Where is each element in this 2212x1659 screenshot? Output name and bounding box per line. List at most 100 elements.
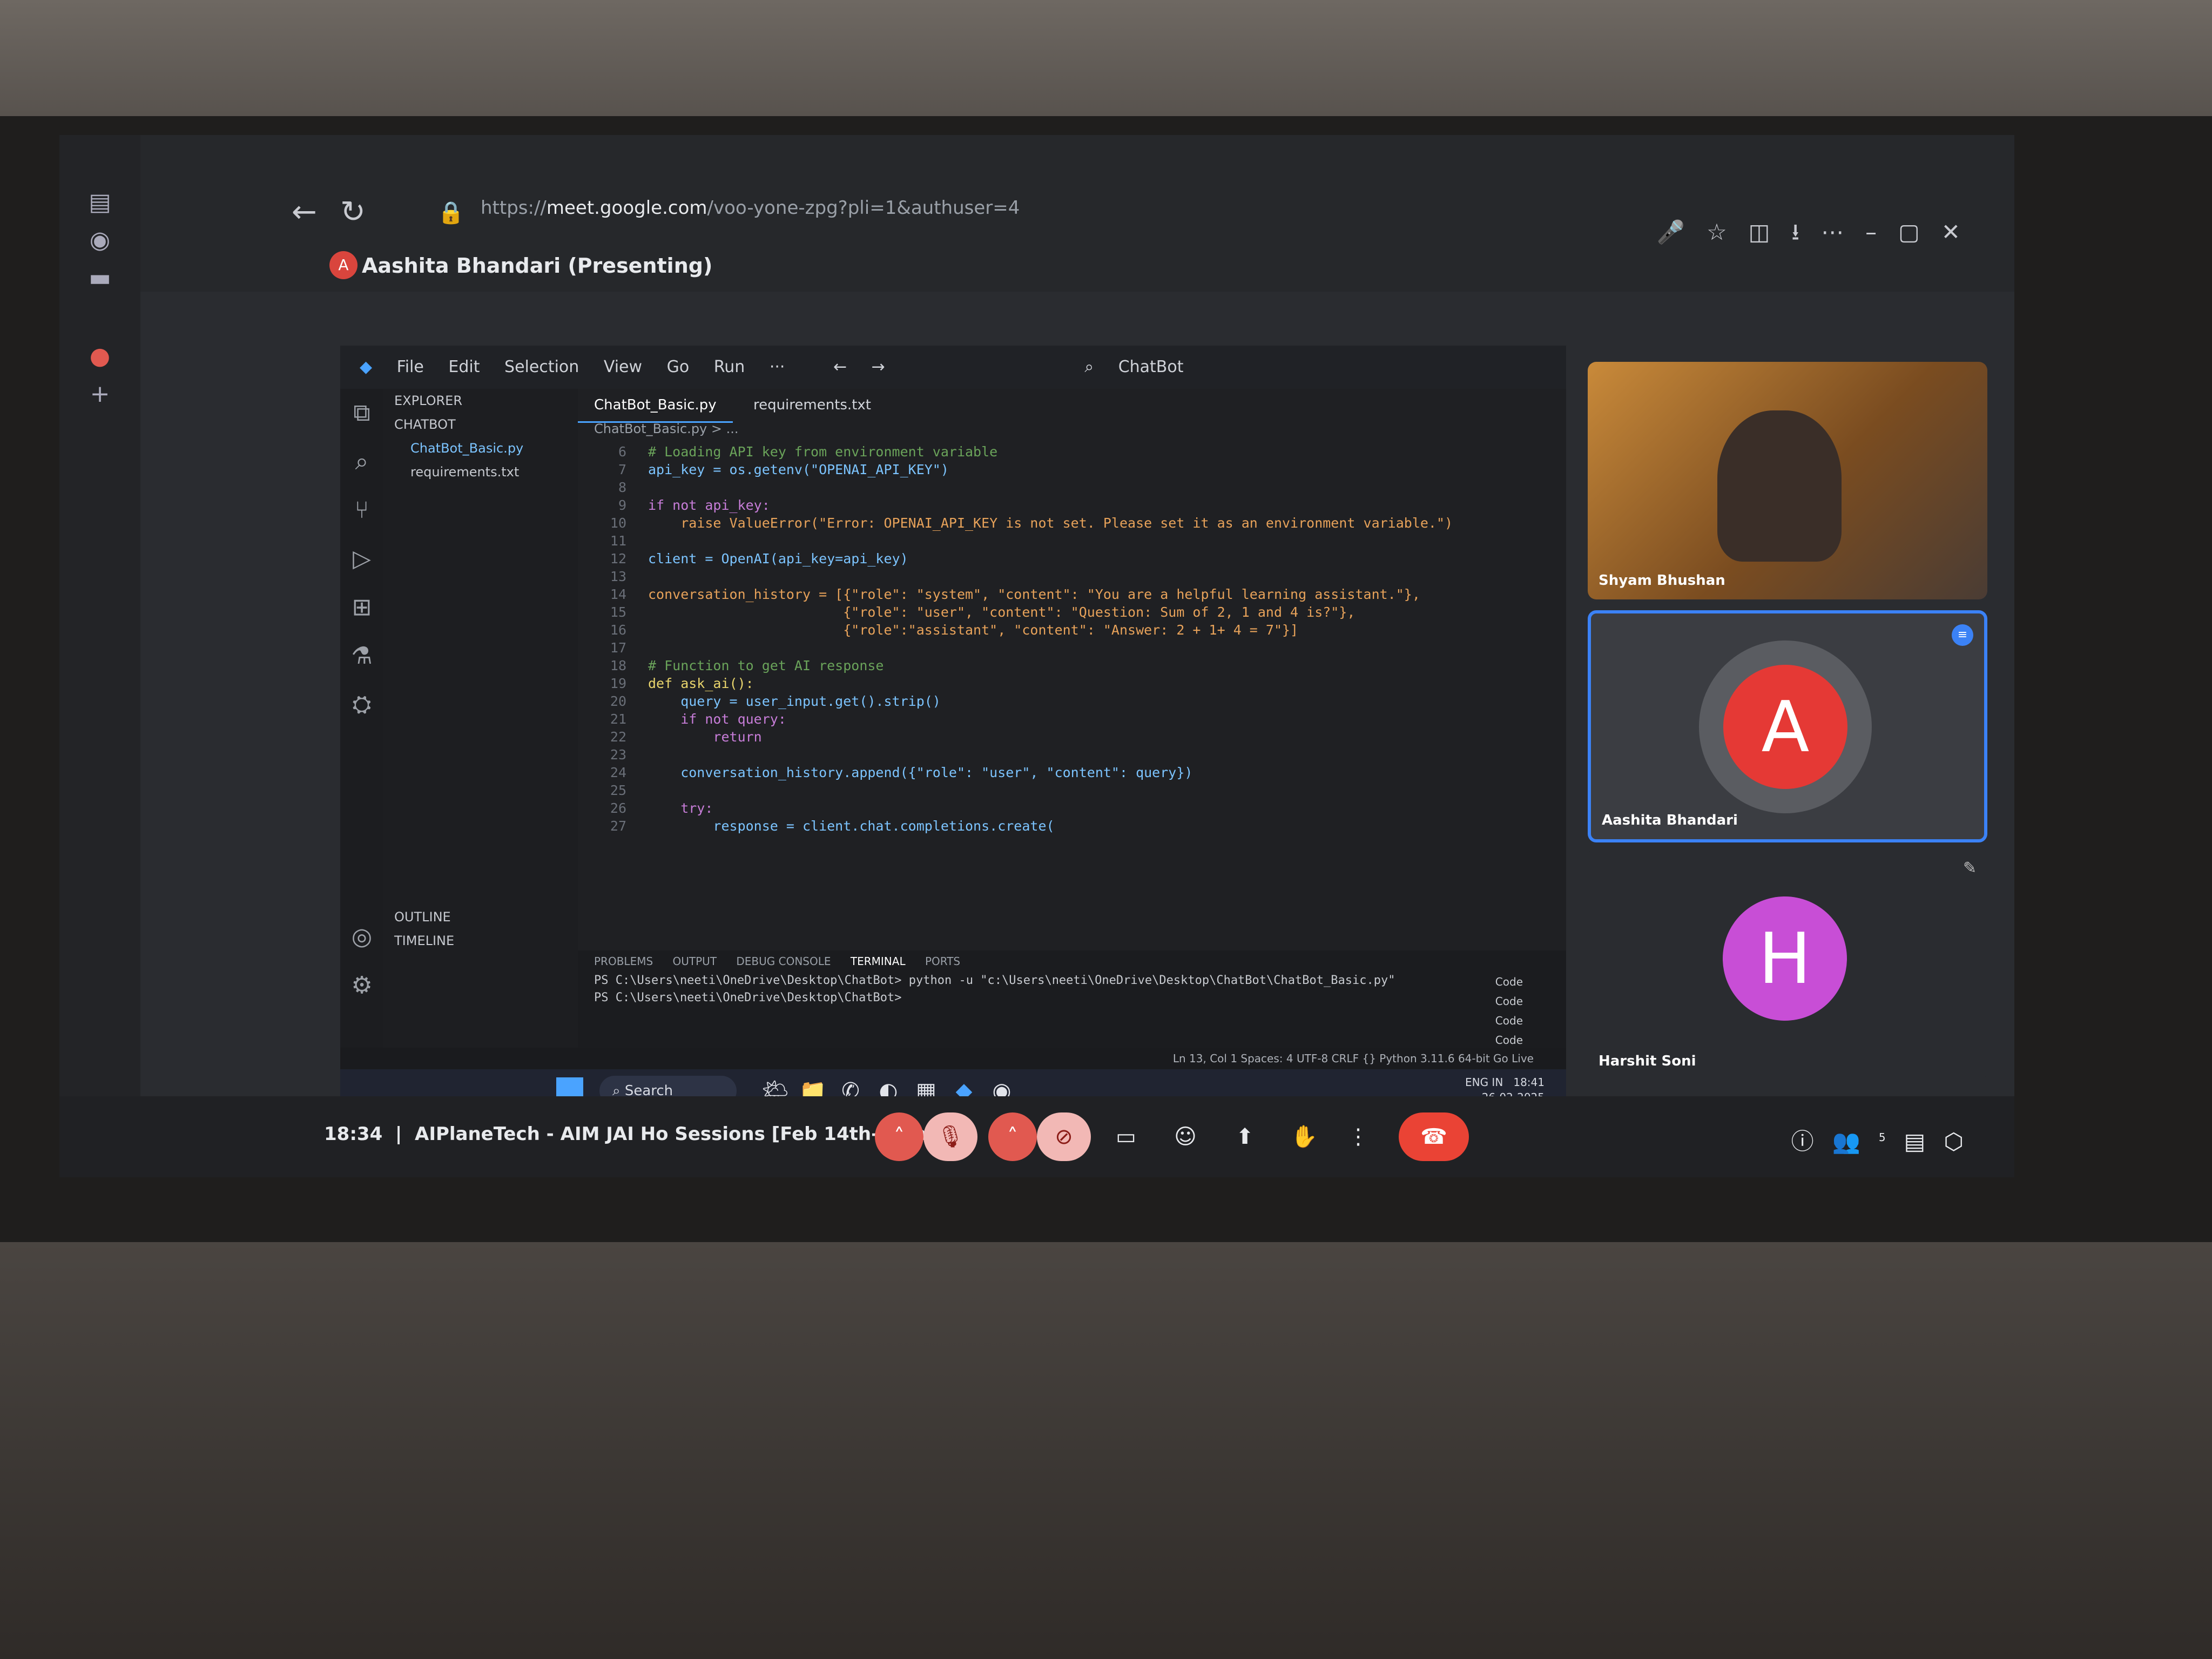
emoji-icon[interactable]: ☺	[1166, 1112, 1204, 1161]
code-editor[interactable]: ChatBot_Basic.py requirements.txt ChatBo…	[578, 389, 1566, 950]
activities-icon[interactable]: ⬡	[1944, 1128, 1982, 1155]
back-icon[interactable]: ←	[292, 194, 317, 230]
split-view-icon[interactable]: ◫	[1749, 219, 1792, 245]
language-indicator[interactable]: ENG IN	[1465, 1076, 1503, 1089]
mic-icon[interactable]: 🎤	[1657, 219, 1707, 245]
account-icon[interactable]: ◎	[340, 913, 383, 961]
code-line: 25	[594, 781, 1566, 799]
record-icon[interactable]: ●	[84, 340, 116, 373]
add-icon[interactable]: +	[84, 378, 116, 410]
search-icon[interactable]: ⌕	[340, 437, 383, 486]
tab-requirements[interactable]: requirements.txt	[737, 389, 887, 421]
code-text: def ask_ai():	[648, 676, 754, 691]
menu-run[interactable]: Run	[714, 346, 745, 389]
line-number: 6	[618, 444, 626, 460]
panel-tab[interactable]: TERMINAL	[851, 955, 906, 968]
extensions-icon[interactable]: ⊞	[340, 583, 383, 632]
menu-edit[interactable]: Edit	[448, 346, 480, 389]
more-options-icon[interactable]: ⋮	[1339, 1112, 1377, 1161]
nav-back-icon[interactable]: ←	[833, 346, 847, 389]
participant-name: Harshit Soni	[1599, 1053, 1696, 1069]
participant-name: Shyam Bhushan	[1599, 572, 1725, 589]
code-text: # Loading API key from environment varia…	[648, 444, 998, 460]
participant-name: Aashita Bhandari	[1602, 812, 1738, 828]
python-icon[interactable]: ⛭	[340, 680, 383, 729]
code-text: {"role": "user", "content": "Question: S…	[648, 604, 1355, 620]
run-debug-icon[interactable]: ▷	[340, 535, 383, 583]
menu-file[interactable]: File	[397, 346, 424, 389]
tabs-icon[interactable]: ▤	[84, 186, 116, 219]
reload-icon[interactable]: ↻	[340, 194, 366, 230]
code-text: conversation_history.append({"role": "us…	[648, 765, 1193, 780]
wall-bottom	[0, 1242, 2212, 1659]
line-number: 21	[610, 711, 626, 727]
chat-icon[interactable]: ▬	[84, 262, 116, 294]
code-text: conversation_history = [{"role": "system…	[648, 586, 1420, 602]
app-icon[interactable]: ◉	[84, 224, 116, 257]
explorer-icon[interactable]: ⧉	[340, 389, 383, 437]
menu-more[interactable]: ···	[770, 346, 785, 389]
participant-tile-video[interactable]: Shyam Bhushan	[1588, 362, 1987, 599]
tab-chatbot-basic[interactable]: ChatBot_Basic.py	[578, 389, 733, 423]
command-center[interactable]: ⌕ ChatBot	[1084, 346, 1183, 389]
code-line: 21 if not query:	[594, 710, 1566, 728]
close-icon[interactable]: ✕	[1941, 219, 1982, 245]
outline-section[interactable]: OUTLINE	[383, 905, 578, 929]
browser-toolbar-icons: 🎤☆◫⭳⋯–▢✕	[1657, 216, 1982, 254]
minimize-icon[interactable]: –	[1865, 219, 1898, 245]
menu-selection[interactable]: Selection	[504, 346, 579, 389]
line-number: 27	[610, 818, 626, 834]
testing-icon[interactable]: ⚗	[340, 632, 383, 680]
bookmark-star-icon[interactable]: ☆	[1707, 219, 1749, 245]
restore-icon[interactable]: ▢	[1898, 219, 1941, 245]
code-line: 23	[594, 746, 1566, 764]
people-icon[interactable]: 👥5	[1832, 1128, 1904, 1155]
participant-tile[interactable]: ✎ H Harshit Soni	[1588, 848, 1987, 1080]
participant-tile-active[interactable]: ≡ A Aashita Bhandari	[1588, 610, 1987, 842]
terminal-instance[interactable]: Code	[1495, 972, 1523, 992]
code-line: 26 try:	[594, 799, 1566, 817]
chat-icon[interactable]: ▤	[1904, 1128, 1944, 1155]
panel-tab[interactable]: DEBUG CONSOLE	[736, 955, 831, 968]
terminal-instance[interactable]: Code	[1495, 1011, 1523, 1030]
raise-hand-icon[interactable]: ✋	[1285, 1112, 1323, 1161]
line-number: 16	[610, 622, 626, 638]
menu-go[interactable]: Go	[667, 346, 690, 389]
panel-tab[interactable]: OUTPUT	[673, 955, 717, 968]
breadcrumb[interactable]: ChatBot_Basic.py > ...	[578, 421, 1566, 443]
download-icon[interactable]: ⭳	[1791, 219, 1821, 245]
present-screen-icon[interactable]: ⬆	[1226, 1112, 1264, 1161]
terminal-instance[interactable]: Code	[1495, 1030, 1523, 1050]
audio-options-chevron-icon[interactable]: ˄	[875, 1112, 923, 1161]
code-text: raise ValueError("Error: OPENAI_API_KEY …	[648, 515, 1453, 531]
address-bar[interactable]: https://meet.google.com/voo-yone-zpg?pli…	[481, 189, 1507, 227]
code-line: 6 # Loading API key from environment vari…	[594, 443, 1566, 461]
line-number: 20	[610, 693, 626, 709]
leave-call-button[interactable]: ☎	[1399, 1112, 1469, 1161]
more-icon[interactable]: ⋯	[1821, 219, 1865, 245]
pin-icon[interactable]: ✎	[1963, 859, 1977, 878]
info-icon[interactable]: ⓘ	[1791, 1128, 1832, 1155]
mic-off-icon[interactable]: 🎙	[923, 1112, 977, 1161]
source-control-icon[interactable]: ⑂	[340, 486, 383, 535]
menu-view[interactable]: View	[604, 346, 642, 389]
browser-chrome: ← ↻ 🔒 https://meet.google.com/voo-yone-z…	[59, 135, 2014, 292]
panel-tab[interactable]: PROBLEMS	[594, 955, 653, 968]
timeline-section[interactable]: TIMELINE	[383, 929, 578, 953]
terminal-instance[interactable]: Code	[1495, 992, 1523, 1011]
file-item[interactable]: ChatBot_Basic.py	[383, 436, 578, 460]
line-number: 24	[610, 765, 626, 780]
panel-tab[interactable]: PORTS	[925, 955, 960, 968]
line-number: 9	[618, 497, 626, 513]
project-folder[interactable]: CHATBOT	[383, 413, 578, 436]
captions-icon[interactable]: ▭	[1107, 1112, 1145, 1161]
file-item[interactable]: requirements.txt	[383, 460, 578, 484]
video-options-chevron-icon[interactable]: ˄	[988, 1112, 1037, 1161]
nav-forward-icon[interactable]: →	[872, 346, 885, 389]
line-number: 23	[610, 747, 626, 763]
shared-vscode-window: ◆ File Edit Selection View Go Run ··· ← …	[340, 346, 1566, 1112]
camera-off-icon[interactable]: ⊘	[1037, 1112, 1091, 1161]
settings-gear-icon[interactable]: ⚙	[340, 961, 383, 1010]
code-line: 10 raise ValueError("Error: OPENAI_API_K…	[594, 514, 1566, 532]
code-text: client = OpenAI(api_key=api_key)	[648, 551, 908, 567]
